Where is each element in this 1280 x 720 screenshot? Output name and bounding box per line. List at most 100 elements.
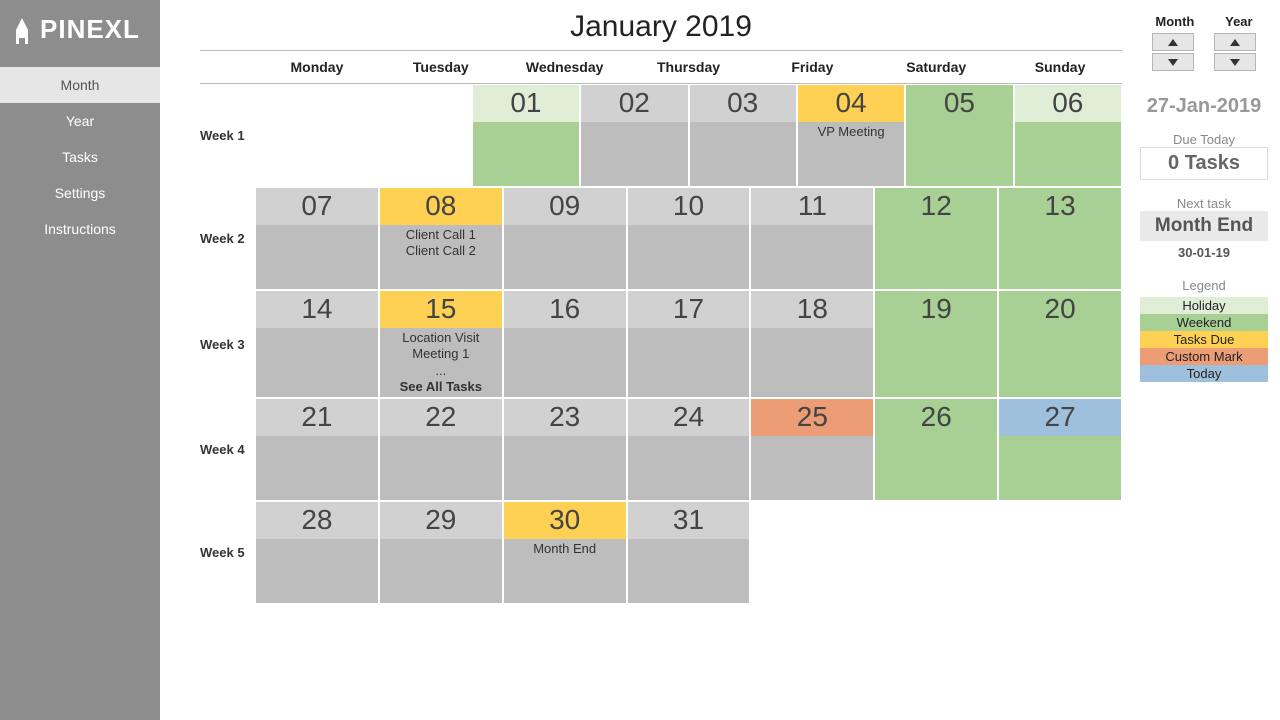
day-body [690,122,796,186]
day-number: 13 [999,188,1121,225]
sidebar-item-tasks[interactable]: Tasks [0,139,160,175]
legend-title: Legend [1140,278,1268,293]
day-number: 28 [256,502,378,539]
day-cell[interactable]: 01 [473,85,579,186]
chevron-up-icon [1168,39,1178,46]
day-cell[interactable]: 11 [751,188,873,289]
day-number: 11 [751,188,873,225]
day-cell[interactable]: 14 [256,291,378,397]
day-cell[interactable]: 06 [1015,85,1121,186]
day-number: 21 [256,399,378,436]
day-cell[interactable]: 23 [504,399,626,500]
day-cell[interactable]: 03 [690,85,796,186]
year-down-button[interactable] [1214,53,1256,71]
day-body [999,436,1121,500]
day-cell[interactable]: 29 [380,502,502,603]
day-number: 25 [751,399,873,436]
day-body [751,436,873,500]
week-label: Week 2 [200,187,255,290]
day-cell[interactable]: 24 [628,399,750,500]
day-cell[interactable]: 21 [256,399,378,500]
day-cell[interactable]: 08Client Call 1Client Call 2 [380,188,502,289]
day-number: 20 [999,291,1121,328]
day-cell[interactable]: 27 [999,399,1121,500]
year-up-button[interactable] [1214,33,1256,51]
day-body [380,436,502,500]
day-number: 09 [504,188,626,225]
day-number: 23 [504,399,626,436]
day-body [751,225,873,289]
day-cell[interactable]: 13 [999,188,1121,289]
day-number: 04 [798,85,904,122]
task-line: Client Call 1 [382,227,500,243]
day-cell[interactable]: 31 [628,502,750,603]
day-cell[interactable]: 16 [504,291,626,397]
week-label: Week 1 [200,84,255,187]
empty-cell [256,85,362,186]
day-cell[interactable]: 18 [751,291,873,397]
day-body [875,225,997,289]
day-body [1015,122,1121,186]
day-body [628,436,750,500]
day-cell[interactable]: 04VP Meeting [798,85,904,186]
day-cell[interactable]: 26 [875,399,997,500]
task-line: Client Call 2 [382,243,500,259]
main-panel: January 2019 MondayTuesdayWednesdayThurs… [160,0,1140,720]
day-number: 16 [504,291,626,328]
empty-cell [875,502,997,603]
month-spinner [1152,33,1194,71]
day-body [380,539,502,603]
day-body [473,122,579,186]
day-cell[interactable]: 15Location VisitMeeting 1...See All Task… [380,291,502,397]
day-body [256,539,378,603]
day-number: 05 [906,85,1012,122]
week-row: Week 5282930Month End31 [200,501,1122,604]
day-number: 30 [504,502,626,539]
next-task-name: Month End [1140,211,1268,241]
month-spinner-label: Month [1155,14,1194,29]
see-all-tasks-link[interactable]: See All Tasks [382,379,500,395]
day-cell[interactable]: 12 [875,188,997,289]
due-today-value: 0 Tasks [1140,147,1268,180]
day-cell[interactable]: 22 [380,399,502,500]
day-body [504,436,626,500]
legend-item: Custom Mark [1140,348,1268,365]
next-task-label: Next task [1140,196,1268,211]
legend-item: Holiday [1140,297,1268,314]
day-number: 19 [875,291,997,328]
day-cell[interactable]: 25 [751,399,873,500]
day-cell[interactable]: 20 [999,291,1121,397]
day-cell[interactable]: 05 [906,85,1012,186]
sidebar-item-year[interactable]: Year [0,103,160,139]
day-cell[interactable]: 09 [504,188,626,289]
day-body: Location VisitMeeting 1...See All Tasks [380,328,502,397]
day-cell[interactable]: 07 [256,188,378,289]
month-up-button[interactable] [1152,33,1194,51]
day-cell[interactable]: 17 [628,291,750,397]
day-number: 06 [1015,85,1121,122]
sidebar-item-settings[interactable]: Settings [0,175,160,211]
sidebar-item-instructions[interactable]: Instructions [0,211,160,247]
legend: Legend HolidayWeekendTasks DueCustom Mar… [1140,278,1268,382]
calendar-title: January 2019 [200,10,1122,44]
day-number: 31 [628,502,750,539]
empty-cell [364,85,470,186]
day-body: VP Meeting [798,122,904,186]
day-body [999,328,1121,397]
chevron-down-icon [1230,59,1240,66]
day-cell[interactable]: 19 [875,291,997,397]
day-cell[interactable]: 02 [581,85,687,186]
day-number: 07 [256,188,378,225]
empty-cell [999,502,1121,603]
day-body [628,328,750,397]
year-spinner-label: Year [1225,14,1252,29]
calendar-header: MondayTuesdayWednesdayThursdayFridaySatu… [200,50,1122,84]
day-cell[interactable]: 10 [628,188,750,289]
month-down-button[interactable] [1152,53,1194,71]
day-number: 26 [875,399,997,436]
day-header: Wednesday [503,51,627,83]
day-cell[interactable]: 30Month End [504,502,626,603]
day-cell[interactable]: 28 [256,502,378,603]
day-body [628,539,750,603]
sidebar-item-month[interactable]: Month [0,67,160,103]
